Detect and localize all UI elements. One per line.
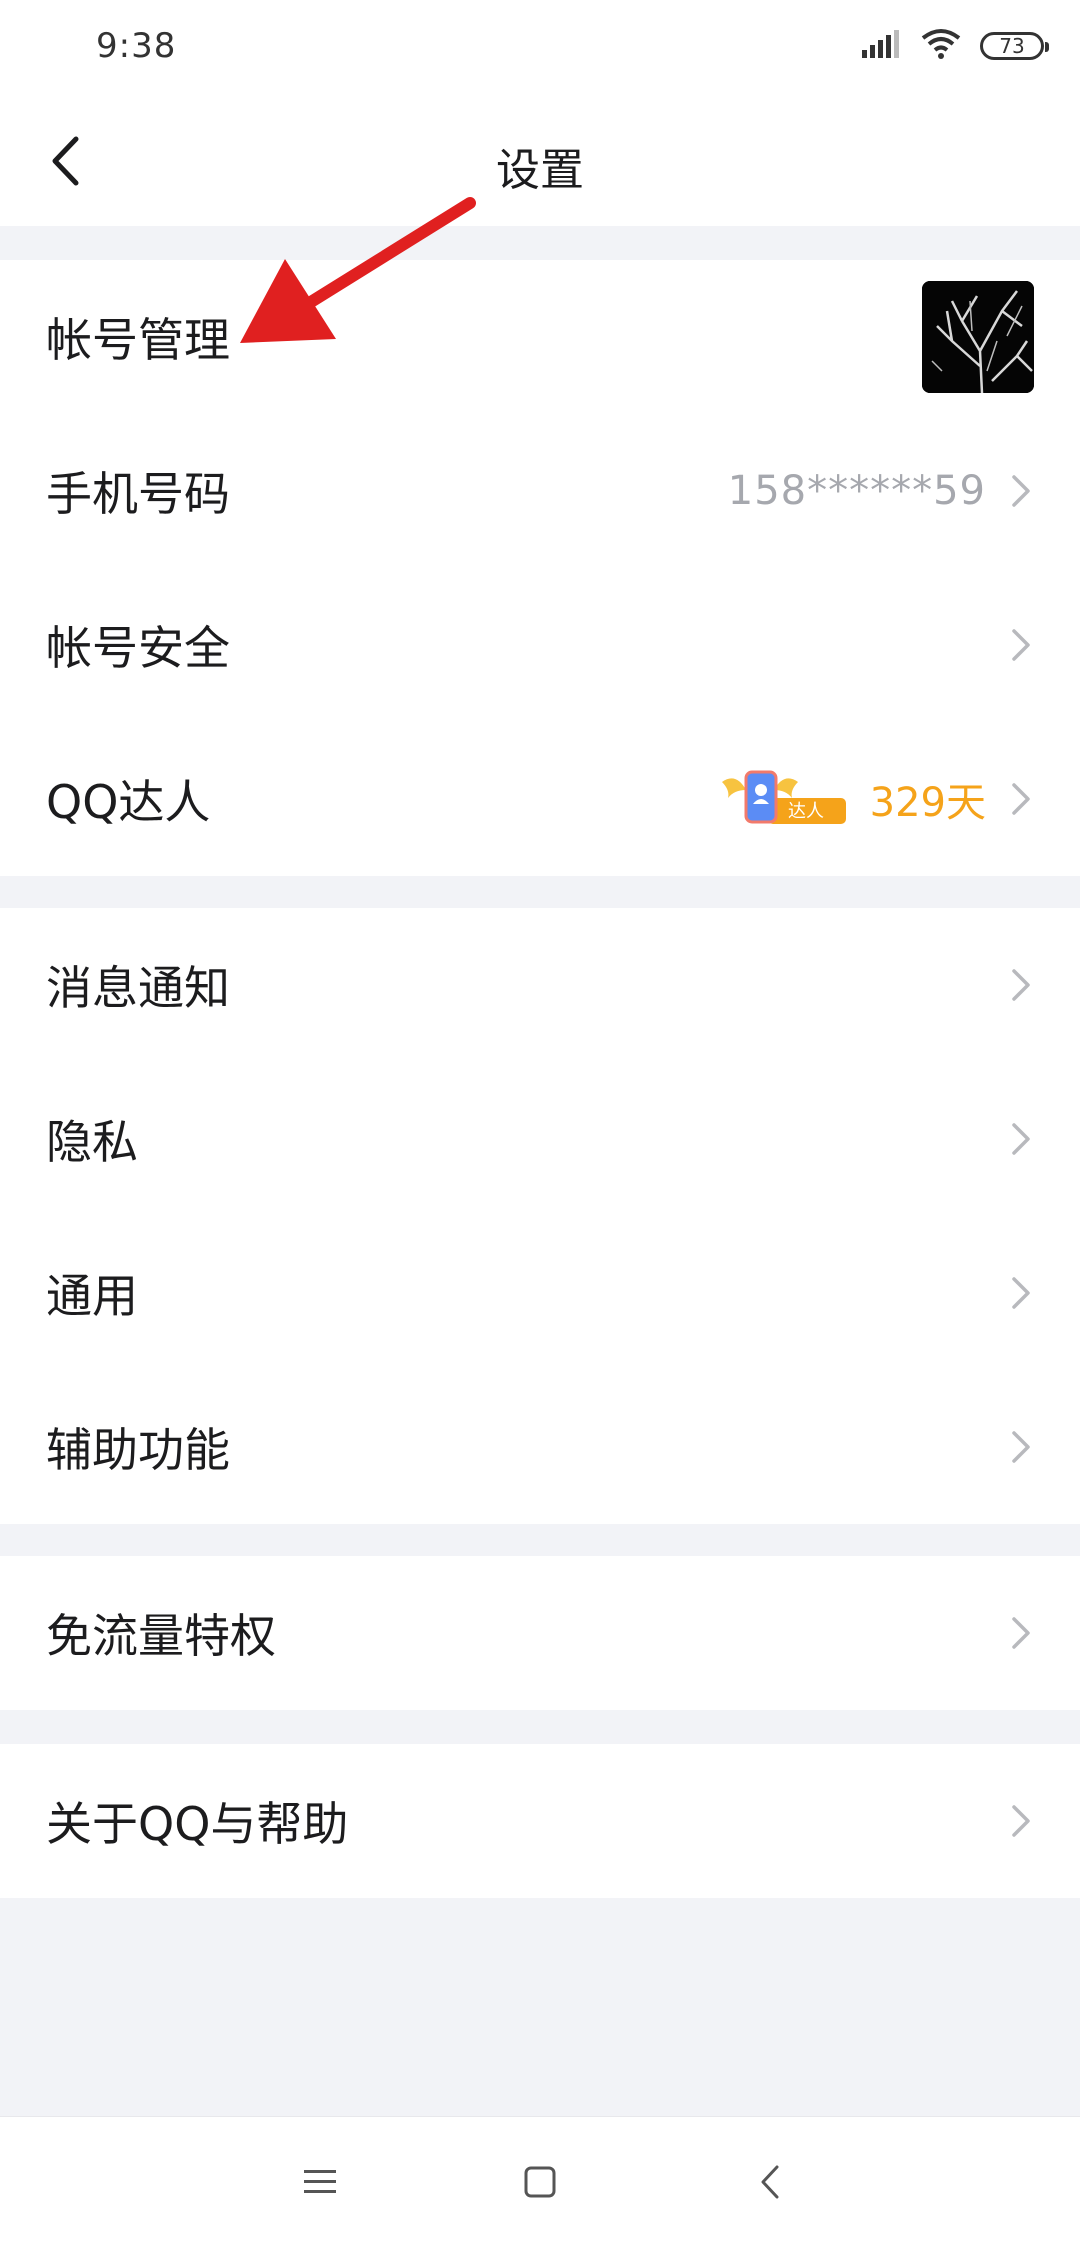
settings-item-about-help[interactable]: 关于QQ与帮助 (0, 1744, 1080, 1898)
back-icon (761, 2165, 779, 2199)
row-right (1008, 1801, 1034, 1841)
settings-item-label: 手机号码 (46, 467, 230, 521)
settings-item-free-data[interactable]: 免流量特权 (0, 1556, 1080, 1710)
settings-item-general[interactable]: 通用 (0, 1216, 1080, 1370)
settings-item-notifications[interactable]: 消息通知 (0, 908, 1080, 1062)
chevron-right-icon (1008, 1273, 1034, 1313)
settings-item-label: 辅助功能 (46, 1423, 230, 1477)
settings-item-privacy[interactable]: 隐私 (0, 1062, 1080, 1216)
settings-group-general: 消息通知 隐私 通用 辅助功能 (0, 908, 1080, 1524)
settings-item-account-management[interactable]: 帐号管理 (0, 260, 1080, 414)
home-icon (524, 2166, 556, 2198)
settings-item-label: 隐私 (46, 1115, 138, 1169)
status-icons: 73 (862, 28, 1049, 64)
row-right (1008, 625, 1034, 665)
signal-icon (862, 30, 902, 62)
settings-item-label: 帐号管理 (46, 313, 230, 367)
row-right (1008, 1613, 1034, 1653)
settings-group-about: 关于QQ与帮助 (0, 1744, 1080, 1898)
settings-item-label: QQ达人 (46, 775, 211, 829)
home-button[interactable] (510, 2157, 570, 2207)
qq-expert-days: 329天 (869, 780, 986, 826)
settings-item-label: 关于QQ与帮助 (46, 1797, 349, 1851)
settings-item-label: 通用 (46, 1269, 138, 1323)
badge-text: 达人 (788, 801, 824, 822)
menu-icon (304, 2170, 336, 2193)
page-title: 设置 (496, 145, 584, 196)
settings-group-data: 免流量特权 (0, 1556, 1080, 1710)
chevron-right-icon (1008, 1613, 1034, 1653)
battery-icon: 73 (980, 32, 1049, 60)
chevron-right-icon (1008, 471, 1034, 511)
row-right: 158******59 (728, 468, 1034, 514)
row-right: 达人 329天 (718, 764, 1034, 834)
system-nav-bar (0, 2116, 1080, 2249)
system-back-button[interactable] (740, 2157, 800, 2207)
phone-number-value: 158******59 (727, 468, 986, 514)
settings-item-label: 帐号安全 (46, 621, 230, 675)
settings-item-phone-number[interactable]: 手机号码 158******59 (0, 414, 1080, 568)
menu-button[interactable] (290, 2157, 350, 2207)
row-right (1008, 1273, 1034, 1313)
nav-bar: 设置 (0, 96, 1080, 226)
row-right (1008, 965, 1034, 1005)
chevron-right-icon (1008, 1119, 1034, 1159)
wifi-icon (920, 28, 962, 64)
avatar (922, 281, 1034, 393)
row-right (1008, 1119, 1034, 1159)
chevron-right-icon (1008, 1427, 1034, 1467)
row-right (922, 281, 1034, 393)
settings-item-qq-expert[interactable]: QQ达人 达人 329天 (0, 722, 1080, 876)
settings-item-accessibility[interactable]: 辅助功能 (0, 1370, 1080, 1524)
chevron-right-icon (1008, 1801, 1034, 1841)
settings-item-label: 免流量特权 (46, 1609, 276, 1663)
status-bar: 9:38 73 (0, 0, 1080, 96)
chevron-right-icon (1008, 779, 1034, 819)
settings-group-account: 帐号管理 手机号码 158******59 帐号安全 QQ达人 达人 329天 (0, 260, 1080, 876)
status-time: 9:38 (96, 26, 177, 66)
settings-item-account-security[interactable]: 帐号安全 (0, 568, 1080, 722)
chevron-right-icon (1008, 625, 1034, 665)
settings-item-label: 消息通知 (46, 961, 230, 1015)
qq-expert-badge-icon: 达人 (718, 764, 848, 834)
chevron-right-icon (1008, 965, 1034, 1005)
row-right (1008, 1427, 1034, 1467)
